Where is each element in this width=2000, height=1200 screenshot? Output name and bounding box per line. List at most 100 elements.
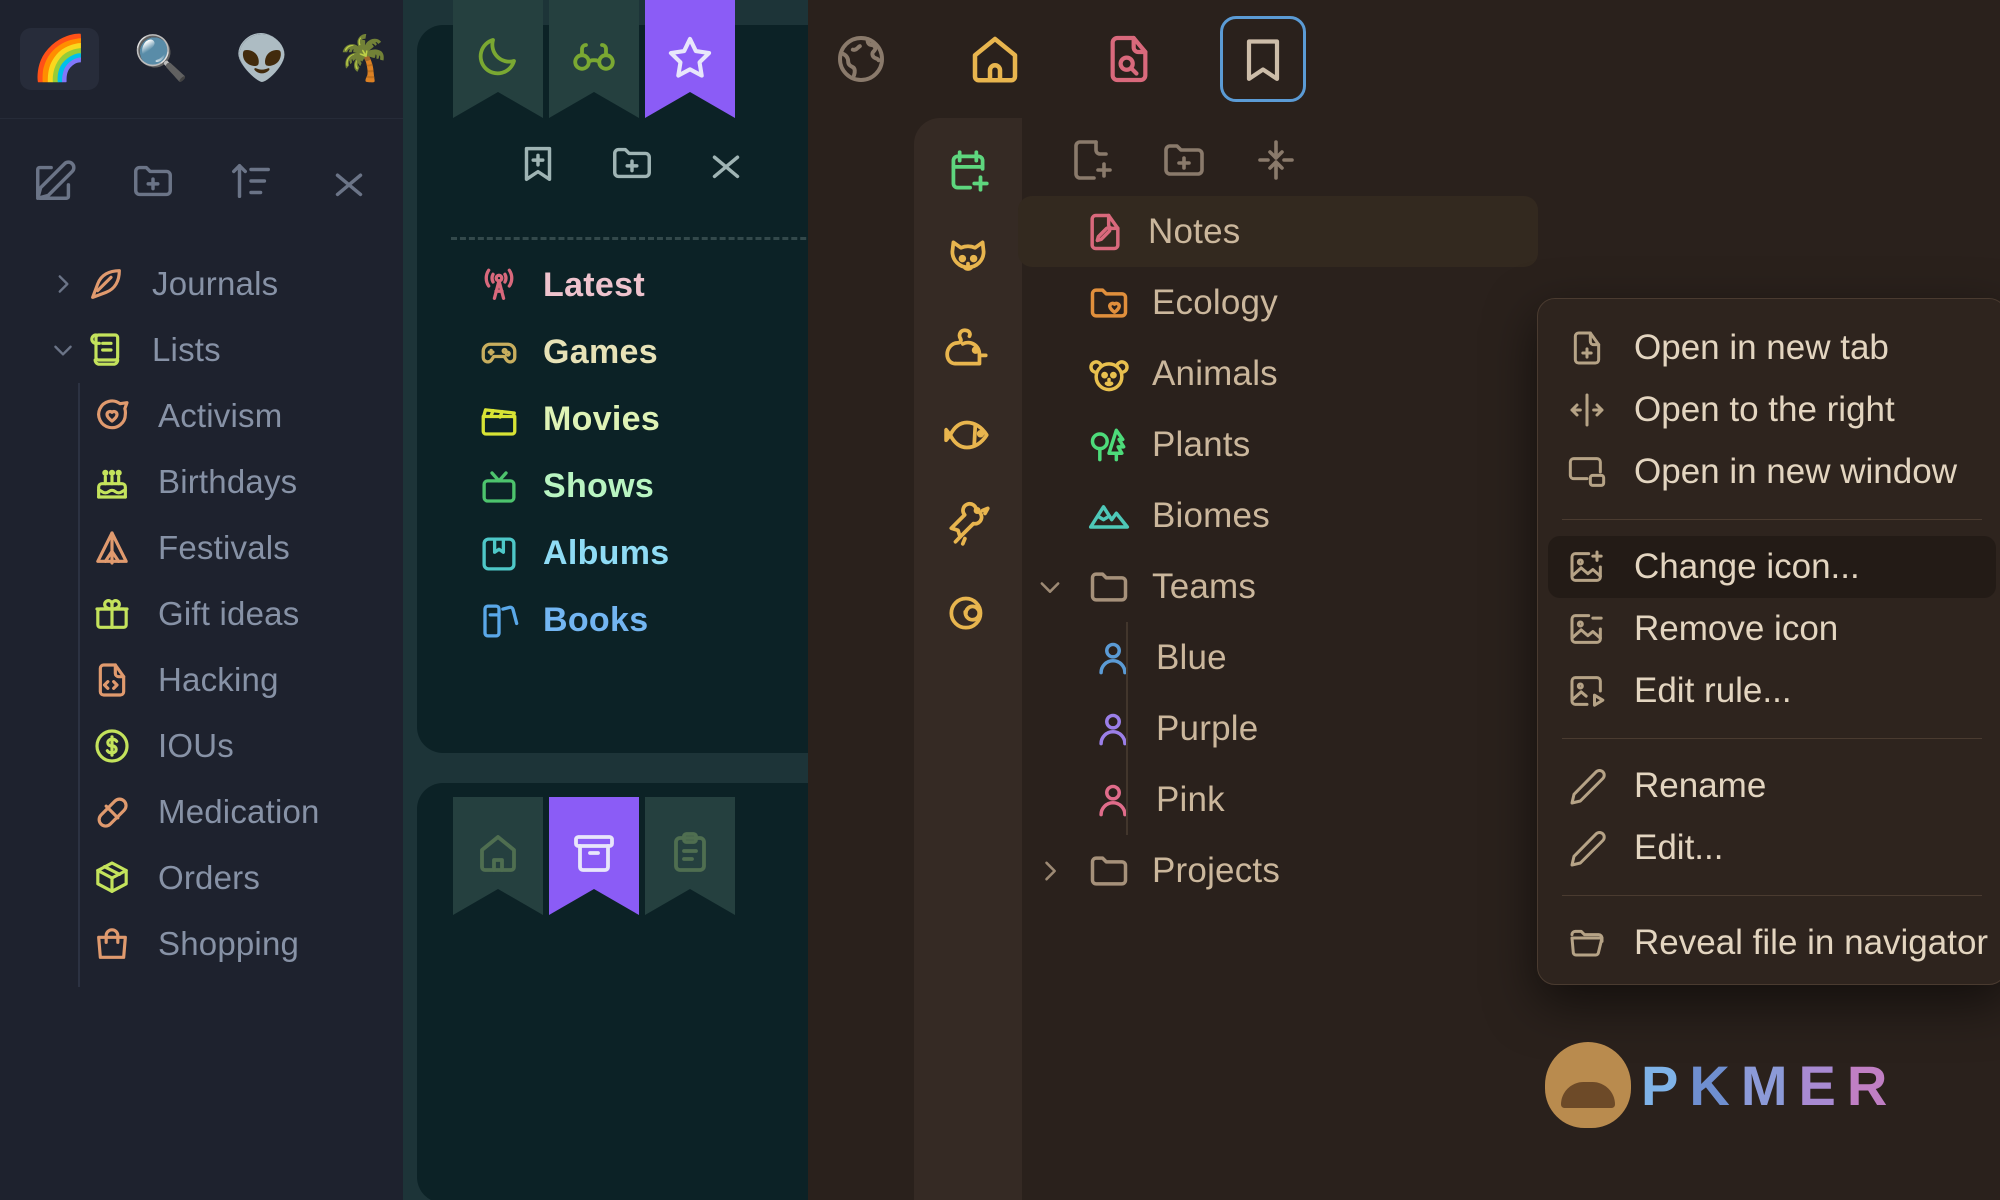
lists-children: Activism Birthdays Festivals Gift ideas … (0, 383, 403, 987)
tree-item-label: Plants (1152, 424, 1251, 464)
notes-toolbar (1022, 118, 2000, 184)
archive-bookmark-tab[interactable] (549, 797, 639, 915)
bookmarks-button[interactable] (1220, 16, 1306, 102)
tree-item-label: Blue (1156, 637, 1227, 677)
bookmark-item-label: Latest (543, 266, 645, 304)
menu-item-remove-icon[interactable]: Remove icon (1538, 598, 2000, 660)
menu-item-change-icon[interactable]: Change icon... (1548, 536, 1996, 598)
bookmark-item-latest[interactable]: Latest (417, 252, 808, 319)
menu-item-edit-rule[interactable]: Edit rule... (1538, 660, 2000, 722)
tree-item-lists[interactable]: Lists (0, 317, 403, 383)
moon-bookmark-tab[interactable] (453, 0, 543, 118)
globe-icon (838, 36, 884, 82)
new-folder-icon[interactable] (609, 140, 655, 186)
tree-item-festivals[interactable]: Festivals (0, 515, 403, 581)
new-folder-icon[interactable] (130, 158, 176, 204)
menu-item-open-in-new-tab[interactable]: Open in new tab (1538, 317, 2000, 379)
navy-toolbar (0, 119, 403, 229)
tree-item-gift-ideas[interactable]: Gift ideas (0, 581, 403, 647)
calendar-plus-icon[interactable] (943, 146, 993, 196)
collapse-all-icon[interactable] (326, 158, 372, 204)
tent-icon (92, 528, 150, 568)
menu-item-label: Open in new tab (1634, 328, 1889, 367)
bookmarks-toolbar (417, 140, 808, 186)
scroll-icon (86, 330, 144, 370)
icon-rail (914, 118, 1022, 1200)
cake-icon (92, 462, 150, 502)
home-icon (480, 835, 516, 872)
menu-item-rename[interactable]: Rename (1538, 755, 2000, 817)
bookmarks-list: Latest Games Movies Shows Albums Books (417, 252, 808, 654)
tree-item-birthdays[interactable]: Birthdays (0, 449, 403, 515)
notes-topbar: New note (808, 0, 2000, 118)
tree-item-journals[interactable]: Journals (0, 251, 403, 317)
tree-item-shopping[interactable]: Shopping (0, 911, 403, 977)
glasses-bookmark-tab[interactable] (549, 0, 639, 118)
image-play-icon (1566, 671, 1608, 711)
clipboard-bookmark-tab[interactable] (645, 797, 735, 915)
palm-tree-tab[interactable]: 🌴 (324, 28, 403, 90)
menu-item-label: Edit... (1634, 828, 1724, 867)
menu-item-label: Rename (1634, 766, 1767, 805)
chevron-right-icon[interactable] (1022, 857, 1078, 885)
sort-icon[interactable] (228, 158, 274, 204)
menu-item-reveal-file-in-navigator[interactable]: Reveal file in navigator (1538, 912, 2000, 974)
graph-view-button[interactable] (818, 16, 904, 102)
broadcast-icon (477, 265, 521, 307)
folder-heart-icon (1078, 281, 1140, 325)
tree-item-label: Journals (152, 265, 279, 302)
bookmark-item-albums[interactable]: Albums (417, 520, 808, 587)
alien-tab[interactable]: 👽 (223, 28, 302, 90)
new-folder-icon[interactable] (1160, 136, 1208, 184)
folder-icon (1078, 849, 1140, 893)
tree-item-label: Lists (152, 331, 221, 368)
rainbow-tab[interactable]: 🌈 (20, 28, 100, 90)
new-note-icon[interactable] (32, 158, 78, 204)
search-note-button[interactable] (1086, 16, 1172, 102)
message-heart-icon (92, 396, 150, 436)
tree-item-label: Orders (158, 859, 261, 896)
collapse-all-icon[interactable] (703, 140, 749, 186)
tree-item-ious[interactable]: IOUs (0, 713, 403, 779)
home-button[interactable] (952, 16, 1038, 102)
tree-item-notes[interactable]: Notes (1018, 196, 1538, 267)
bookmarks-panel: Latest Games Movies Shows Albums Books (403, 0, 808, 1200)
menu-item-label: Open to the right (1634, 390, 1895, 429)
menu-item-edit[interactable]: Edit... (1538, 817, 2000, 879)
chevron-down-icon[interactable] (40, 337, 86, 363)
tree-item-hacking[interactable]: Hacking (0, 647, 403, 713)
fish-icon[interactable] (943, 410, 993, 460)
bookmark-item-books[interactable]: Books (417, 587, 808, 654)
watermark-logo-icon (1545, 1042, 1631, 1128)
home-bookmark-tab[interactable] (453, 797, 543, 915)
collapse-all-icon[interactable] (1252, 136, 1300, 184)
chevron-right-icon[interactable] (40, 271, 86, 297)
snail-icon[interactable] (943, 586, 993, 636)
search-tab[interactable]: 🔍 (121, 28, 200, 90)
watermark-letter: P (1641, 1053, 1680, 1117)
context-menu: Open in new tab Open to the right Open i… (1537, 298, 2000, 985)
squirrel-icon[interactable] (943, 322, 993, 372)
bookmark-item-shows[interactable]: Shows (417, 453, 808, 520)
bird-icon[interactable] (943, 498, 993, 548)
tree-item-orders[interactable]: Orders (0, 845, 403, 911)
menu-item-open-in-new-window[interactable]: Open in new window (1538, 441, 2000, 503)
clipboard-icon (674, 832, 706, 872)
tree-item-label: Purple (1156, 708, 1259, 748)
add-bookmark-icon[interactable] (515, 140, 561, 186)
menu-item-open-to-the-right[interactable]: Open to the right (1538, 379, 2000, 441)
chevron-down-icon[interactable] (1022, 573, 1078, 601)
bookmark-item-games[interactable]: Games (417, 319, 808, 386)
star-bookmark-tab[interactable] (645, 0, 735, 118)
cat-icon[interactable] (943, 234, 993, 284)
new-note-icon[interactable] (1068, 136, 1116, 184)
navy-file-tree: Journals Lists Activism Birthdays Festiv… (0, 229, 403, 987)
menu-item-label: Open in new window (1634, 452, 1957, 491)
tree-item-activism[interactable]: Activism (0, 383, 403, 449)
folder-open-icon (1566, 923, 1608, 963)
watermark-letter: R (1846, 1053, 1889, 1117)
tree-item-medication[interactable]: Medication (0, 779, 403, 845)
bookmark-item-movies[interactable]: Movies (417, 386, 808, 453)
tree-item-label: Hacking (158, 661, 279, 698)
dollar-circle-icon (92, 726, 150, 766)
